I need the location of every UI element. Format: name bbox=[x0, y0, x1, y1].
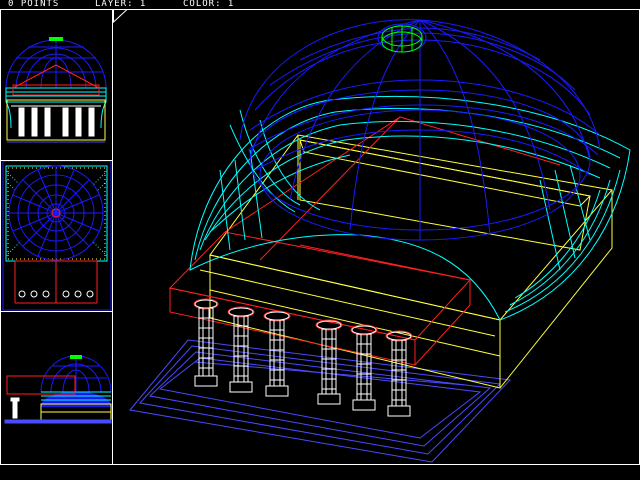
steps-wireframe bbox=[129, 339, 512, 463]
column-2 bbox=[227, 306, 255, 393]
dome-wireframe bbox=[239, 19, 601, 241]
viewport-front[interactable] bbox=[1, 10, 112, 160]
viewport-side[interactable] bbox=[1, 312, 112, 464]
viewport-plan[interactable] bbox=[1, 161, 112, 311]
perspective-wireframe-view-icon bbox=[129, 19, 631, 463]
plan-view-icon bbox=[2, 161, 112, 311]
column-3 bbox=[263, 310, 291, 397]
side-elevation-view-icon bbox=[4, 355, 112, 424]
column-6 bbox=[385, 330, 413, 417]
oculus-wireframe bbox=[381, 25, 423, 53]
front-elevation-view-icon bbox=[5, 37, 107, 143]
viewport-perspective[interactable] bbox=[113, 10, 639, 464]
